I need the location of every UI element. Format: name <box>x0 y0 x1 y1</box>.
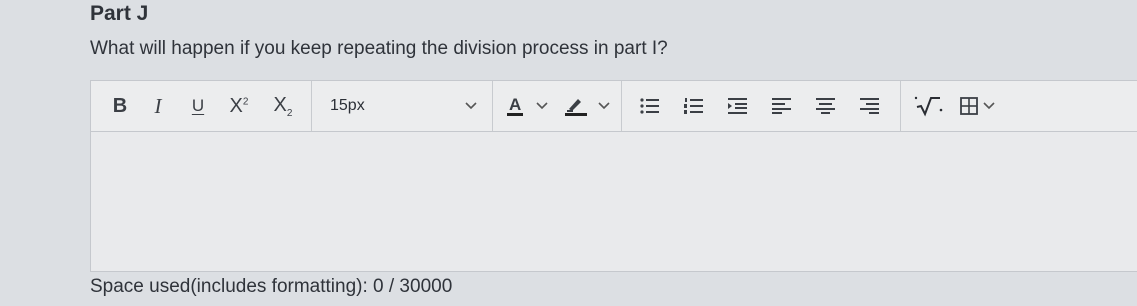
subscript-sub: 2 <box>286 107 293 119</box>
align-right-icon <box>860 98 880 114</box>
highlight-icon <box>565 96 588 116</box>
subscript-base: X <box>273 93 287 116</box>
align-right-button[interactable] <box>848 81 892 131</box>
part-title: Part J <box>90 2 149 25</box>
decrease-indent-button[interactable] <box>716 81 760 131</box>
chevron-down-icon <box>535 99 549 113</box>
format-group: B I U X2 X2 <box>91 81 311 131</box>
font-color-button[interactable]: A <box>493 81 557 131</box>
editor-toolbar: B I U X2 X2 15px A <box>91 81 1137 132</box>
bulleted-list-icon <box>640 98 660 114</box>
rich-text-editor: B I U X2 X2 15px A <box>90 80 1137 272</box>
question-text: What will happen if you keep repeating t… <box>90 38 668 59</box>
table-icon <box>960 97 979 115</box>
chevron-down-icon <box>464 99 478 113</box>
decrease-indent-icon <box>728 98 748 114</box>
font-size-select[interactable]: 15px <box>312 81 492 131</box>
list-align-group <box>622 81 900 131</box>
editor-content-area[interactable] <box>91 132 1137 271</box>
underline-icon: U <box>191 96 205 115</box>
superscript-base: X <box>229 94 243 117</box>
chevron-down-icon <box>982 99 996 113</box>
subscript-icon: X2 <box>274 94 293 119</box>
align-left-button[interactable] <box>760 81 804 131</box>
space-used-text: Space used(includes formatting): 0 / 300… <box>90 276 453 297</box>
toolbar-divider <box>900 81 902 131</box>
align-center-button[interactable] <box>804 81 848 131</box>
italic-button[interactable]: I <box>143 81 173 131</box>
equation-icon <box>915 96 943 117</box>
superscript-icon: X2 <box>230 95 249 118</box>
table-button[interactable] <box>955 81 1001 131</box>
underline-button[interactable]: U <box>183 81 213 131</box>
subscript-button[interactable]: X2 <box>265 81 301 131</box>
chevron-down-icon <box>597 99 611 113</box>
bulleted-list-button[interactable] <box>628 81 672 131</box>
font-size-value: 15px <box>330 97 365 114</box>
superscript-sup: 2 <box>242 95 249 107</box>
superscript-button[interactable]: X2 <box>221 81 257 131</box>
font-color-icon: A <box>507 95 524 116</box>
equation-button[interactable] <box>907 81 951 131</box>
align-center-icon <box>816 98 836 114</box>
align-left-icon <box>772 98 792 114</box>
bold-button[interactable]: B <box>105 81 135 131</box>
bold-icon: B <box>112 94 128 117</box>
italic-icon: I <box>154 93 162 118</box>
highlight-color-button[interactable] <box>557 81 621 131</box>
numbered-list-button[interactable] <box>672 81 716 131</box>
numbered-list-icon <box>684 98 704 114</box>
